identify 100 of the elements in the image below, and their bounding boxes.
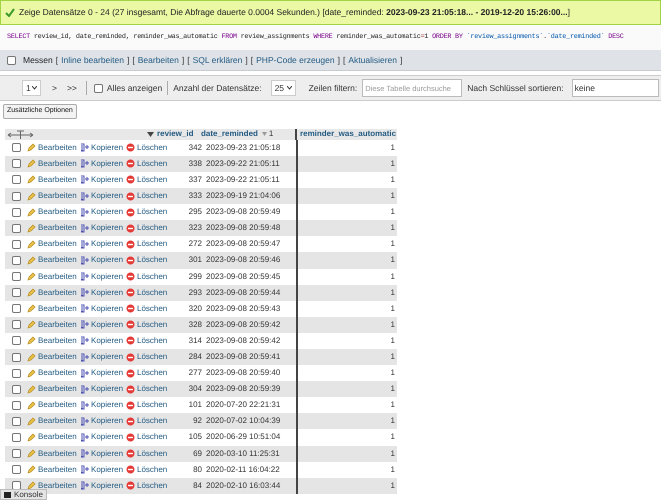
edit-link[interactable]: Bearbeiten bbox=[27, 351, 80, 364]
copy-link[interactable]: Kopieren bbox=[80, 448, 126, 460]
page-select[interactable]: 1 bbox=[22, 80, 41, 96]
delete-link[interactable]: Löschen bbox=[126, 334, 168, 347]
delete-link[interactable]: Löschen bbox=[126, 383, 168, 396]
checkbox[interactable] bbox=[12, 336, 20, 346]
edit-link[interactable]: Bearbeiten bbox=[27, 222, 80, 234]
checkbox[interactable] bbox=[12, 240, 20, 249]
copy-link[interactable]: Kopieren bbox=[80, 431, 126, 444]
checkbox[interactable] bbox=[12, 192, 20, 201]
edit-link[interactable]: Bearbeiten bbox=[27, 302, 80, 315]
edit-link[interactable]: Bearbeiten bbox=[27, 238, 80, 250]
sort-select[interactable]: keine bbox=[572, 79, 659, 97]
delete-link[interactable]: Löschen bbox=[126, 367, 168, 380]
copy-link[interactable]: Kopieren bbox=[80, 142, 126, 154]
column-header[interactable]: date_reminded bbox=[201, 128, 258, 140]
copy-link[interactable]: Kopieren bbox=[80, 464, 126, 476]
edit-link[interactable]: Bearbeiten bbox=[27, 286, 80, 299]
checkbox[interactable] bbox=[12, 304, 20, 314]
edit-link[interactable]: Bearbeiten bbox=[27, 480, 80, 492]
checkbox[interactable] bbox=[12, 416, 20, 426]
delete-link[interactable]: Löschen bbox=[126, 448, 168, 460]
checkbox[interactable] bbox=[12, 288, 20, 298]
checkbox[interactable] bbox=[12, 175, 20, 184]
toolbar-link[interactable]: Bearbeiten bbox=[138, 54, 179, 66]
delete-link[interactable]: Löschen bbox=[126, 222, 168, 234]
copy-link[interactable]: Kopieren bbox=[80, 206, 126, 218]
edit-link[interactable]: Bearbeiten bbox=[27, 334, 80, 347]
checkbox[interactable] bbox=[12, 368, 20, 378]
delete-link[interactable]: Löschen bbox=[126, 158, 168, 170]
delete-link[interactable]: Löschen bbox=[126, 254, 168, 266]
delete-link[interactable]: Löschen bbox=[126, 174, 168, 186]
delete-link[interactable]: Löschen bbox=[126, 464, 168, 476]
copy-link[interactable]: Kopieren bbox=[80, 480, 126, 492]
copy-link[interactable]: Kopieren bbox=[80, 270, 126, 283]
copy-link[interactable]: Kopieren bbox=[80, 158, 126, 170]
delete-link[interactable]: Löschen bbox=[126, 142, 168, 154]
copy-link[interactable]: Kopieren bbox=[80, 334, 126, 347]
edit-link[interactable]: Bearbeiten bbox=[27, 399, 80, 412]
edit-link[interactable]: Bearbeiten bbox=[27, 383, 80, 396]
edit-link[interactable]: Bearbeiten bbox=[27, 431, 80, 444]
copy-link[interactable]: Kopieren bbox=[80, 351, 126, 364]
delete-link[interactable]: Löschen bbox=[126, 270, 168, 283]
edit-link[interactable]: Bearbeiten bbox=[27, 464, 80, 476]
copy-link[interactable]: Kopieren bbox=[80, 174, 126, 186]
delete-link[interactable]: Löschen bbox=[126, 302, 168, 315]
checkbox[interactable] bbox=[12, 432, 20, 442]
checkbox[interactable] bbox=[12, 256, 20, 265]
checkbox[interactable] bbox=[12, 449, 20, 458]
copy-link[interactable]: Kopieren bbox=[80, 415, 126, 428]
copy-link[interactable]: Kopieren bbox=[80, 302, 126, 315]
edit-link[interactable]: Bearbeiten bbox=[27, 254, 80, 266]
delete-link[interactable]: Löschen bbox=[126, 415, 168, 428]
delete-link[interactable]: Löschen bbox=[126, 190, 168, 202]
delete-link[interactable]: Löschen bbox=[126, 480, 168, 492]
edit-link[interactable]: Bearbeiten bbox=[27, 367, 80, 380]
checkbox[interactable] bbox=[12, 352, 20, 362]
copy-link[interactable]: Kopieren bbox=[80, 367, 126, 380]
edit-link[interactable]: Bearbeiten bbox=[27, 174, 80, 186]
next-page-link[interactable]: > bbox=[52, 82, 57, 94]
delete-link[interactable]: Löschen bbox=[126, 351, 168, 364]
edit-link[interactable]: Bearbeiten bbox=[27, 448, 80, 460]
last-page-link[interactable]: >> bbox=[66, 82, 77, 94]
edit-link[interactable]: Bearbeiten bbox=[27, 415, 80, 428]
edit-link[interactable]: Bearbeiten bbox=[27, 206, 80, 218]
toolbar-link[interactable]: PHP-Code erzeugen bbox=[256, 54, 335, 66]
checkbox[interactable] bbox=[7, 56, 16, 64]
delete-link[interactable]: Löschen bbox=[126, 286, 168, 299]
checkbox[interactable] bbox=[12, 384, 20, 394]
delete-link[interactable]: Löschen bbox=[126, 318, 168, 331]
checkbox[interactable] bbox=[12, 465, 20, 474]
copy-link[interactable]: Kopieren bbox=[80, 399, 126, 412]
checkbox[interactable] bbox=[12, 208, 20, 217]
toolbar-link[interactable]: Inline bearbeiten bbox=[61, 54, 124, 66]
toolbar-link[interactable]: SQL erklären bbox=[192, 54, 242, 66]
edit-link[interactable]: Bearbeiten bbox=[27, 158, 80, 170]
edit-link[interactable]: Bearbeiten bbox=[27, 318, 80, 331]
checkbox[interactable] bbox=[12, 159, 20, 168]
checkbox[interactable] bbox=[12, 224, 20, 233]
rows-select[interactable]: 25 bbox=[270, 80, 296, 96]
copy-link[interactable]: Kopieren bbox=[80, 383, 126, 396]
copy-link[interactable]: Kopieren bbox=[80, 190, 126, 202]
edit-link[interactable]: Bearbeiten bbox=[27, 142, 80, 154]
copy-link[interactable]: Kopieren bbox=[80, 222, 126, 234]
delete-link[interactable]: Löschen bbox=[126, 206, 168, 218]
toolbar-link[interactable]: Aktualisieren bbox=[348, 54, 397, 66]
checkbox[interactable] bbox=[12, 272, 20, 282]
copy-link[interactable]: Kopieren bbox=[80, 286, 126, 299]
console-tab[interactable]: Konsole bbox=[0, 489, 47, 500]
edit-link[interactable]: Bearbeiten bbox=[27, 270, 80, 283]
edit-link[interactable]: Bearbeiten bbox=[27, 190, 80, 202]
copy-link[interactable]: Kopieren bbox=[80, 238, 126, 250]
checkbox[interactable] bbox=[94, 84, 103, 92]
copy-link[interactable]: Kopieren bbox=[80, 254, 126, 266]
checkbox[interactable] bbox=[12, 143, 20, 152]
column-header[interactable]: review_id bbox=[157, 128, 201, 140]
delete-link[interactable]: Löschen bbox=[126, 238, 168, 250]
delete-link[interactable]: Löschen bbox=[126, 399, 168, 412]
delete-link[interactable]: Löschen bbox=[126, 431, 168, 444]
copy-link[interactable]: Kopieren bbox=[80, 318, 126, 331]
